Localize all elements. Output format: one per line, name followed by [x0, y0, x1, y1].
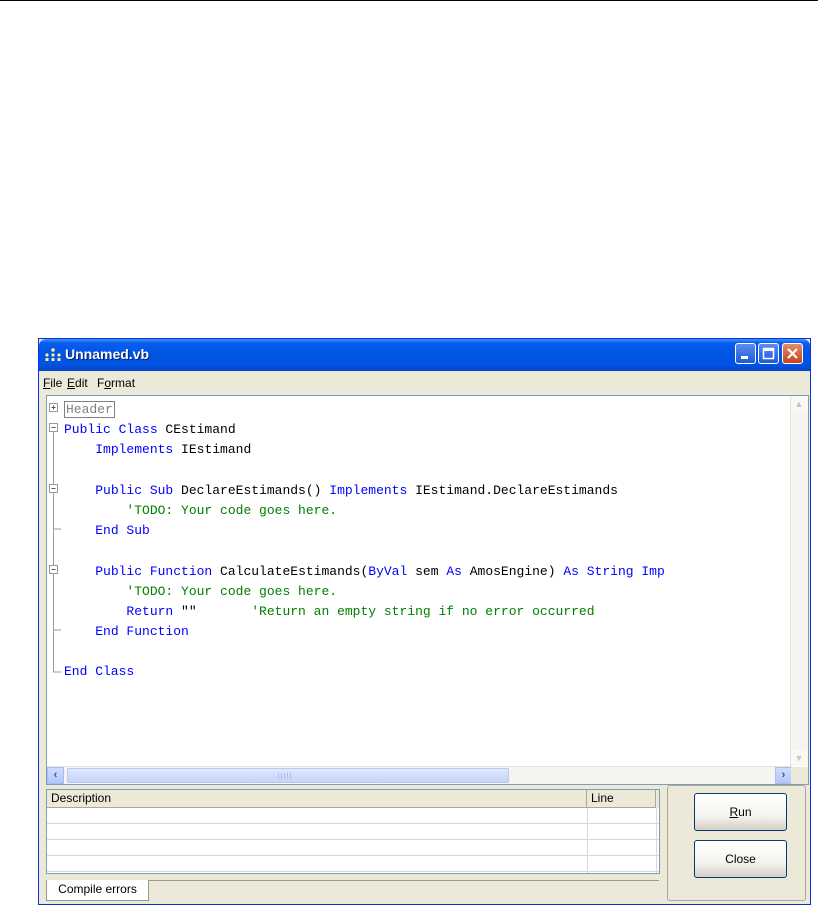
scroll-left-icon[interactable]: ‹	[47, 767, 64, 784]
close-button[interactable]: Close	[694, 840, 787, 878]
code-line: End Class	[64, 662, 665, 682]
menu-bar: File Edit Format	[39, 372, 810, 394]
close-window-button[interactable]	[782, 343, 803, 364]
tab-strip-line	[149, 880, 659, 881]
title-bar[interactable]: Unnamed.vb	[39, 339, 810, 371]
code-token: IEstimand.DeclareEstimands	[407, 482, 618, 498]
app-icon	[45, 348, 61, 361]
code-keyword: Implements	[95, 442, 174, 458]
code-line: Implements IEstimand	[64, 440, 665, 460]
code-keyword: Public Function	[95, 563, 213, 579]
code-line: 'TODO: Your code goes here.	[64, 501, 665, 521]
code-keyword: Implements	[329, 482, 408, 498]
table-row[interactable]	[47, 808, 659, 824]
minimize-button[interactable]	[735, 343, 756, 364]
minimize-icon	[741, 356, 748, 359]
code-comment: 'Return an empty string if no error occu…	[251, 603, 595, 619]
top-rule	[0, 0, 818, 1]
code-token: AmosEngine)	[461, 563, 564, 579]
code-line: Public Class CEstimand	[64, 420, 665, 440]
code-keyword: Public Class	[64, 422, 158, 438]
scroll-right-icon[interactable]: ›	[775, 767, 792, 784]
code-line: Header	[64, 400, 665, 420]
code-line: End Function	[64, 622, 665, 642]
run-button[interactable]: Run	[694, 793, 787, 831]
table-row[interactable]	[47, 824, 659, 840]
code-keyword: End Class	[64, 664, 135, 680]
code-comment: 'TODO: Your code goes here.	[126, 583, 338, 599]
grip-icon	[278, 773, 292, 779]
code-token: DeclareEstimands()	[173, 482, 330, 498]
collapse-icon[interactable]	[49, 484, 58, 493]
code-line: Public Sub DeclareEstimands() Implements…	[64, 481, 665, 501]
menu-file[interactable]: File	[43, 376, 62, 390]
tab-compile-errors[interactable]: Compile errors	[46, 880, 149, 901]
code-token: CEstimand	[157, 422, 236, 438]
errors-header: Description Line	[47, 790, 659, 808]
window-title: Unnamed.vb	[65, 346, 150, 362]
table-row[interactable]	[47, 856, 659, 872]
code-folding-gutter	[49, 403, 61, 673]
collapsed-region[interactable]: Header	[64, 401, 115, 418]
code-line: 'TODO: Your code goes here.	[64, 582, 665, 602]
vertical-scrollbar[interactable]: ▲ ▼	[790, 396, 808, 766]
column-divider	[587, 808, 588, 873]
code-text[interactable]: Header Public Class CEstimand Implements …	[64, 400, 665, 683]
code-keyword: As String Imp	[563, 563, 665, 579]
collapse-icon[interactable]	[49, 423, 58, 432]
column-header-line[interactable]: Line	[587, 790, 656, 808]
editor-window: Unnamed.vb File Edit Format Header Publi…	[38, 338, 811, 905]
column-header-description[interactable]: Description	[47, 790, 587, 808]
code-keyword: End Sub	[95, 523, 150, 539]
code-keyword: ByVal	[368, 563, 408, 579]
code-token: CalculateEstimands(	[212, 563, 369, 579]
code-line: End Sub	[64, 521, 665, 541]
column-divider	[656, 808, 657, 873]
code-token: ""	[173, 603, 252, 619]
code-line: Return "" 'Return an empty string if no …	[64, 602, 665, 622]
code-editor[interactable]: Header Public Class CEstimand Implements …	[46, 395, 809, 785]
compile-errors-list[interactable]: Description Line	[46, 789, 660, 874]
maximize-button[interactable]	[758, 343, 779, 364]
code-comment: 'TODO: Your code goes here.	[126, 502, 338, 518]
close-icon	[787, 348, 798, 359]
menu-format[interactable]: Format	[97, 376, 135, 390]
expand-icon[interactable]	[49, 403, 58, 412]
collapse-icon[interactable]	[49, 565, 58, 574]
table-row[interactable]	[47, 840, 659, 856]
code-keyword: As	[446, 563, 462, 579]
maximize-icon	[762, 347, 775, 360]
code-keyword: Return	[126, 603, 174, 619]
code-keyword: Public Sub	[95, 482, 174, 498]
menu-edit[interactable]: Edit	[67, 376, 88, 390]
scroll-up-icon[interactable]: ▲	[791, 396, 807, 412]
code-token: sem	[407, 563, 447, 579]
horizontal-scrollbar[interactable]: ‹ ›	[47, 766, 792, 784]
code-token: IEstimand	[173, 442, 252, 458]
code-line: Public Function CalculateEstimands(ByVal…	[64, 562, 665, 582]
horizontal-scroll-thumb[interactable]	[67, 768, 509, 783]
scroll-down-icon[interactable]: ▼	[791, 750, 807, 766]
scrollbar-corner	[791, 767, 808, 784]
code-keyword: End Function	[95, 624, 189, 640]
